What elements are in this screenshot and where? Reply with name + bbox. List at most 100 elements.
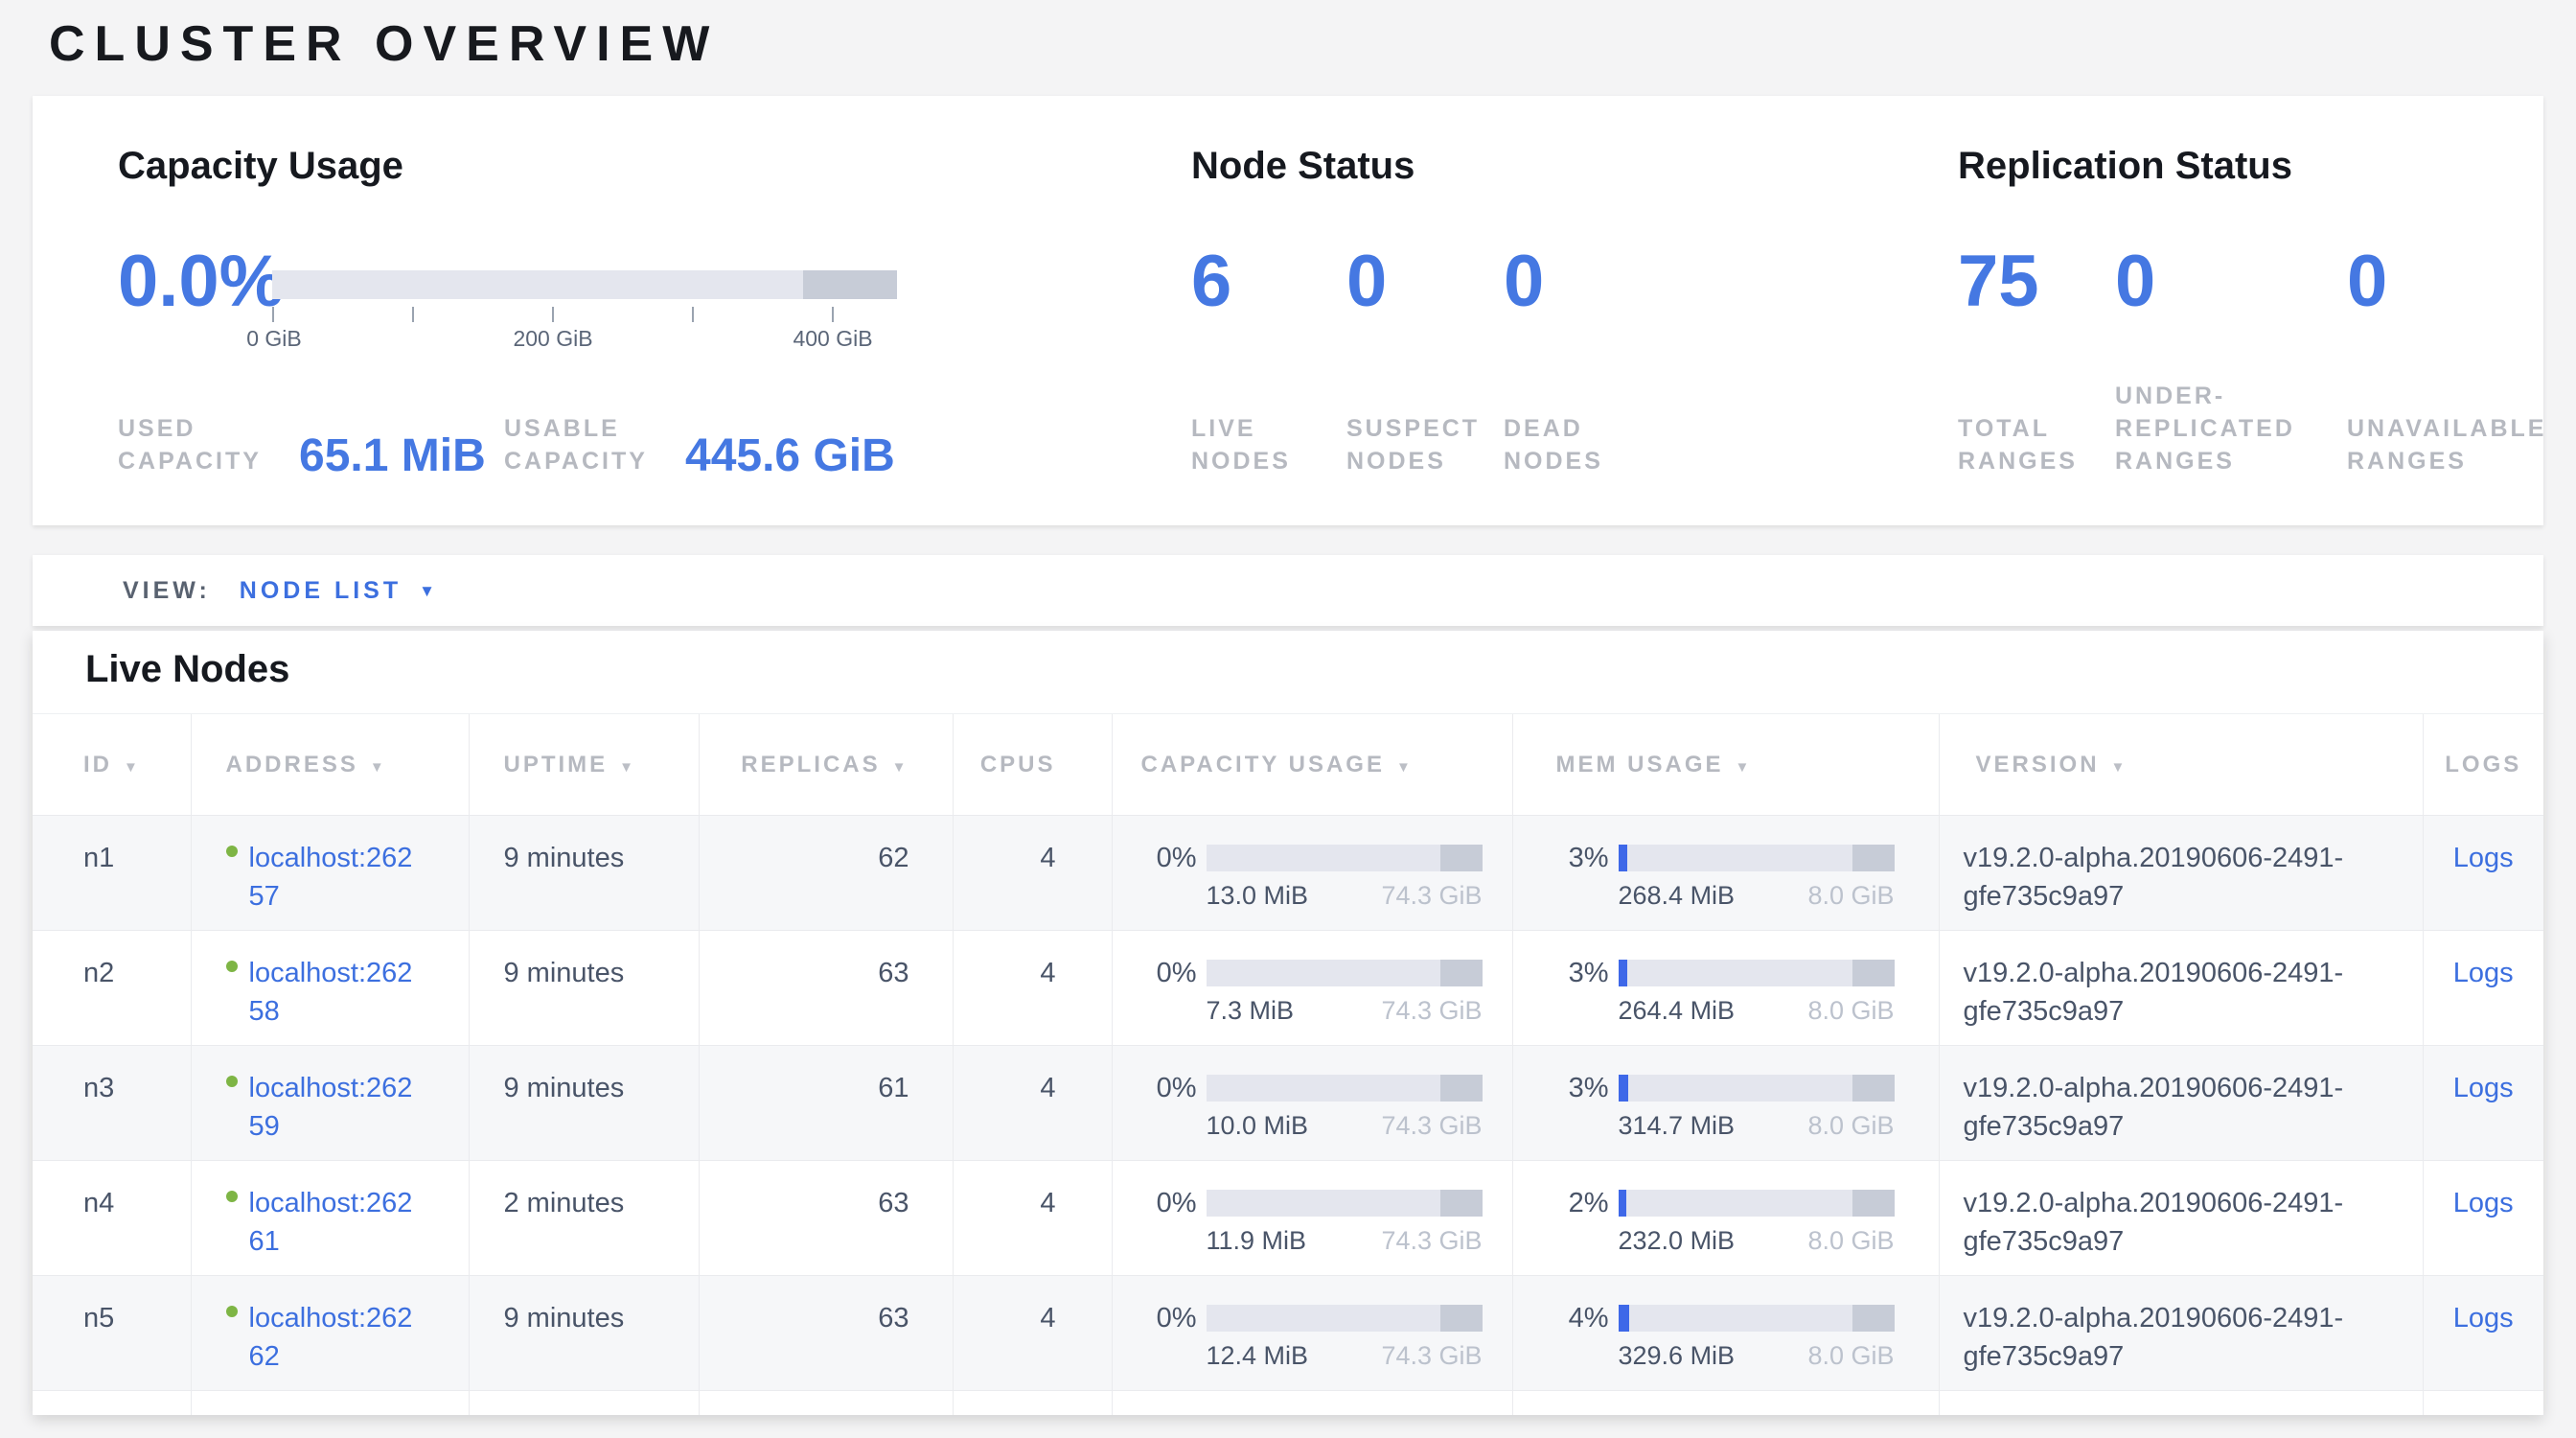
usable-capacity-stat: USABLE CAPACITY 445.6 GiB <box>504 412 895 477</box>
unavailable-ranges-value: 0 <box>2347 244 2553 319</box>
node-logs-cell: Logs <box>2423 1161 2543 1276</box>
column-header-capacity-usage[interactable]: CAPACITY USAGE <box>1112 714 1512 816</box>
mem-used-value: 329.6 MiB <box>1619 1339 1736 1372</box>
node-version-cell: v19.2.0-alpha.20190606-2491-gfe735c9a97 <box>1939 1046 2423 1161</box>
capacity-used-value: 7.3 MiB <box>1207 994 1295 1027</box>
logs-link[interactable]: Logs <box>2453 958 2514 988</box>
column-header-version[interactable]: VERSION <box>1939 714 2423 816</box>
page-title: CLUSTER OVERVIEW <box>49 15 719 73</box>
capacity-total-value: 74.3 GiB <box>1381 994 1482 1027</box>
node-list-dropdown[interactable]: NODE LIST <box>240 577 435 605</box>
node-live-status-icon <box>226 1306 238 1317</box>
used-capacity-stat: USED CAPACITY 65.1 MiB <box>118 412 486 477</box>
column-header-address[interactable]: ADDRESS <box>191 714 469 816</box>
total-ranges-value: 75 <box>1958 244 2087 319</box>
mem-total-value: 8.0 GiB <box>1807 1339 1894 1372</box>
node-cpus-cell: 4 <box>953 1161 1112 1276</box>
node-capacity-usage-cell: 0% 13.0 MiB 74.3 GiB <box>1112 816 1512 931</box>
node-uptime-cell: 9 minutes <box>469 816 699 931</box>
logs-link[interactable]: Logs <box>2453 1303 2514 1334</box>
mem-percent: 3% <box>1513 839 1609 877</box>
column-header-logs: LOGS <box>2423 714 2543 816</box>
node-version-cell: v19.2.0-alpha.20190606-2491-gfe735c9a97 <box>1939 816 2423 931</box>
table-row: n2 localhost:26258 9 minutes 63 4 0% 7.3… <box>33 931 2543 1046</box>
logs-link[interactable]: Logs <box>2453 1073 2514 1103</box>
axis-label-0: 0 GiB <box>246 326 302 352</box>
sort-arrow-icon <box>1396 759 1414 776</box>
capacity-total-value: 74.3 GiB <box>1381 879 1482 912</box>
mem-percent: 3% <box>1513 954 1609 992</box>
capacity-percent: 0% <box>1113 954 1197 992</box>
logs-link[interactable]: Logs <box>2453 843 2514 873</box>
column-header-cpus: CPUS <box>953 714 1112 816</box>
node-address-cell: localhost:26262 <box>191 1276 469 1391</box>
node-cpus-cell: 4 <box>953 1046 1112 1161</box>
node-address-link[interactable]: localhost:26262 <box>249 1299 420 1376</box>
mem-total-value: 8.0 GiB <box>1807 994 1894 1027</box>
node-logs-cell: Logs <box>2423 1276 2543 1391</box>
dead-nodes-label: DEAD NODES <box>1504 412 1628 477</box>
column-header-id[interactable]: ID <box>33 714 191 816</box>
node-version-cell: v19.2.0-alpha.20190606-2491-gfe735c9a97 <box>1939 1276 2423 1391</box>
under-replicated-value: 0 <box>2115 244 2321 319</box>
mem-used-value: 232.0 MiB <box>1619 1224 1736 1257</box>
node-capacity-usage-cell: 0% 7.3 MiB 74.3 GiB <box>1112 931 1512 1046</box>
node-uptime-cell: 9 minutes <box>469 1276 699 1391</box>
logs-link[interactable]: Logs <box>2453 1188 2514 1218</box>
node-mem-usage-cell: 2% 232.0 MiB 8.0 GiB <box>1512 1161 1939 1276</box>
sort-arrow-icon <box>370 759 387 776</box>
capacity-usage-section: Capacity Usage 0.0% 0 GiB 200 GiB 400 Gi… <box>118 96 1105 525</box>
node-id-cell: n4 <box>33 1161 191 1276</box>
capacity-usage-title: Capacity Usage <box>118 144 403 188</box>
node-address-link[interactable]: localhost:26258 <box>249 954 420 1031</box>
node-id-cell: n1 <box>33 816 191 931</box>
used-capacity-value: 65.1 MiB <box>299 435 486 477</box>
suspect-nodes-value: 0 <box>1346 244 1490 319</box>
node-mem-usage-cell: 3% 314.7 MiB 8.0 GiB <box>1512 1046 1939 1161</box>
total-ranges-stat: 75 TOTAL RANGES <box>1958 244 2087 477</box>
node-id-cell: n5 <box>33 1276 191 1391</box>
node-address-cell: localhost:26261 <box>191 1161 469 1276</box>
live-nodes-table: ID ADDRESS UPTIME REPLICAS CPUS CAPACITY… <box>33 713 2543 1415</box>
node-address-link[interactable]: localhost:26261 <box>249 1184 420 1261</box>
node-uptime-cell: 2 minutes <box>469 1161 699 1276</box>
node-mem-usage-cell: 3% 268.4 MiB 8.0 GiB <box>1512 816 1939 931</box>
capacity-total-value: 74.3 GiB <box>1381 1339 1482 1372</box>
dead-nodes-stat: 0 DEAD NODES <box>1504 244 1628 477</box>
mem-used-value: 268.4 MiB <box>1619 879 1736 912</box>
capacity-usage-bar: 0 GiB 200 GiB 400 GiB <box>272 270 897 359</box>
sort-arrow-icon <box>1736 759 1753 776</box>
under-replicated-stat: 0 UNDER-REPLICATED RANGES <box>2115 244 2321 477</box>
mem-bar <box>1619 1075 1895 1102</box>
node-uptime-cell: 9 minutes <box>469 1046 699 1161</box>
node-replicas-cell: 63 <box>699 1161 953 1276</box>
node-address-cell: localhost:26257 <box>191 816 469 931</box>
node-logs-cell: Logs <box>2423 1046 2543 1161</box>
node-address-cell: localhost:26258 <box>191 931 469 1046</box>
mem-total-value: 8.0 GiB <box>1807 1224 1894 1257</box>
mem-percent: 4% <box>1513 1299 1609 1337</box>
column-header-mem-usage[interactable]: MEM USAGE <box>1512 714 1939 816</box>
node-capacity-usage-cell: 0% 12.4 MiB 74.3 GiB <box>1112 1276 1512 1391</box>
node-address-link[interactable]: localhost:26259 <box>249 1069 420 1146</box>
used-capacity-label: USED CAPACITY <box>118 412 276 477</box>
capacity-percent: 0% <box>1113 1299 1197 1337</box>
table-row: n3 localhost:26259 9 minutes 61 4 0% 10.… <box>33 1046 2543 1161</box>
mem-percent: 2% <box>1513 1184 1609 1222</box>
node-cpus-cell: 4 <box>953 816 1112 931</box>
node-mem-usage-cell: 4% 329.6 MiB 8.0 GiB <box>1512 1276 1939 1391</box>
column-header-replicas[interactable]: REPLICAS <box>699 714 953 816</box>
capacity-total-value: 74.3 GiB <box>1381 1224 1482 1257</box>
node-address-link[interactable]: localhost:26257 <box>249 839 420 916</box>
dead-nodes-value: 0 <box>1504 244 1628 319</box>
table-row-partial <box>33 1391 2543 1416</box>
mem-used-value: 314.7 MiB <box>1619 1109 1736 1142</box>
mem-bar <box>1619 845 1895 871</box>
live-nodes-stat: 6 LIVE NODES <box>1191 244 1316 477</box>
capacity-percent: 0% <box>1113 839 1197 877</box>
live-nodes-card: Live Nodes ID ADDRESS UPTIME REPLICAS CP… <box>33 631 2543 1415</box>
sort-arrow-icon <box>619 759 636 776</box>
sort-arrow-icon <box>124 759 141 776</box>
mem-bar <box>1619 1305 1895 1332</box>
column-header-uptime[interactable]: UPTIME <box>469 714 699 816</box>
